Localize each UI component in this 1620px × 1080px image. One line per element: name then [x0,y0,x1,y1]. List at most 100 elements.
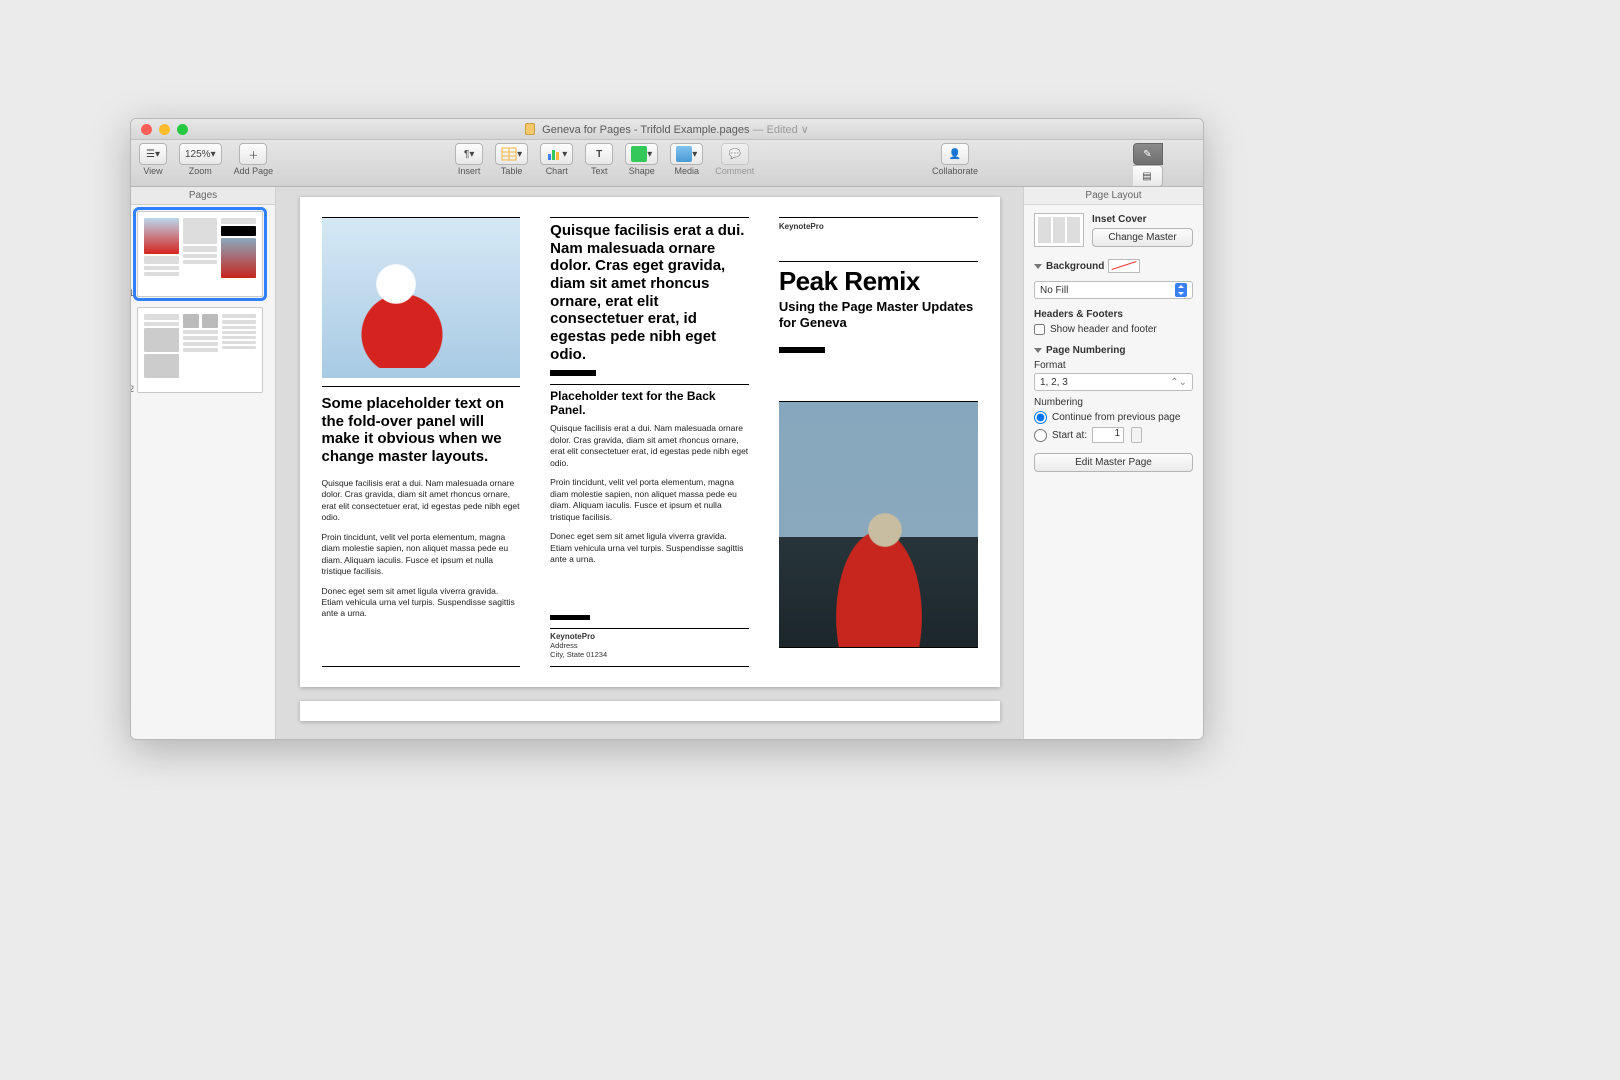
table-label: Table [501,166,523,176]
text-icon: T [596,149,602,160]
zoom-group: 125% ▾ Zoom [179,143,222,176]
color-swatch[interactable] [1108,259,1140,273]
collaborate-icon: 👤 [949,149,961,160]
view-group: ☰ ▾ View [139,143,167,176]
panel-subhead[interactable]: Placeholder text for the Back Panel. [550,389,749,418]
view-label: View [143,166,162,176]
zoom-label: Zoom [189,166,212,176]
content-area: Pages 1 2 [131,187,1203,739]
trifold-panel-center: Quisque facilisis erat a dui. Nam malesu… [550,217,749,667]
edited-indicator[interactable]: — Edited ∨ [749,124,808,136]
panel-big-text[interactable]: Quisque facilisis erat a dui. Nam malesu… [550,222,749,364]
brand-name[interactable]: KeynotePro [550,632,749,641]
address-line[interactable]: Address [550,641,749,651]
master-thumbnail [1034,213,1084,247]
body-text[interactable]: Donec eget sem sit amet ligula viverra g… [550,531,749,565]
media-label: Media [675,166,700,176]
show-hf-label: Show header and footer [1050,324,1157,335]
format-inspector: Page Layout Inset Cover Change Master Ba… [1023,187,1203,739]
page-1[interactable]: Some placeholder text on the fold-over p… [300,197,1000,687]
page-numbering-label: Page Numbering [1046,345,1125,356]
view-button[interactable]: ☰ ▾ [139,143,167,165]
table-icon [501,146,517,162]
app-window: Geneva for Pages - Trifold Example.pages… [130,118,1204,740]
continue-radio[interactable]: Continue from previous page [1034,411,1193,424]
start-at-field[interactable]: 1 [1092,427,1124,443]
body-text[interactable]: Quisque facilisis erat a dui. Nam malesu… [322,478,521,524]
accent-bar [779,347,825,353]
collaborate-label: Collaborate [932,166,978,176]
brand-name[interactable]: KeynotePro [779,222,978,231]
sidebar-title: Pages [131,187,275,205]
insert-button[interactable]: ¶▾ [455,143,483,165]
page-number: 1 [131,288,134,298]
stepper-icon[interactable] [1131,427,1142,443]
numbering-sublabel: Numbering [1034,397,1193,408]
page-thumbnail-1[interactable]: 1 [137,211,263,297]
document-canvas[interactable]: Some placeholder text on the fold-over p… [276,187,1023,739]
format-value: 1, 2, 3 [1040,377,1068,388]
format-tab[interactable]: ✎ [1133,143,1163,165]
media-button[interactable]: ▾ [670,143,703,165]
panel-heading[interactable]: Some placeholder text on the fold-over p… [322,395,521,466]
shape-button[interactable]: ▾ [625,143,658,165]
address-line[interactable]: City, State 01234 [550,650,749,660]
plus-icon: ＋ [248,147,258,162]
comment-button[interactable]: 💬 [721,143,749,165]
page-thumbnail-2[interactable]: 2 [137,307,263,393]
add-page-button[interactable]: ＋ [239,143,267,165]
fill-value: No Fill [1040,285,1068,296]
fill-select[interactable]: No Fill [1034,281,1193,299]
body-text[interactable]: Proin tincidunt, velit vel porta element… [550,477,749,523]
cover-image-compass[interactable] [779,402,978,647]
text-button[interactable]: T [585,143,613,165]
chart-label: Chart [546,166,568,176]
table-button[interactable]: ▾ [495,143,528,165]
chart-button[interactable]: ▾ [540,143,573,165]
pages-sidebar: Pages 1 2 [131,187,276,739]
shape-icon [631,146,647,162]
zoom-select[interactable]: 125% ▾ [179,143,222,165]
hero-image-climber[interactable] [322,218,521,378]
chart-icon [546,146,562,162]
number-format-select[interactable]: 1, 2, 3⌃⌄ [1034,373,1193,391]
add-page-label: Add Page [234,166,274,176]
comment-icon: 💬 [729,149,741,160]
show-header-footer-checkbox[interactable]: Show header and footer [1034,324,1193,335]
paragraph-icon: ¶ [464,149,469,160]
page-2-peek[interactable] [300,701,1000,721]
trifold-panel-right: KeynotePro Peak Remix Using the Page Mas… [779,217,978,667]
accent-bar [550,615,590,620]
window-title: Geneva for Pages - Trifold Example.pages… [131,123,1203,136]
format-sublabel: Format [1034,360,1193,371]
disclosure-icon[interactable] [1034,264,1042,269]
disclosure-icon[interactable] [1034,348,1042,353]
comment-label: Comment [715,166,754,176]
headers-footers-label: Headers & Footers [1034,309,1193,320]
start-at-radio[interactable]: Start at: 1 [1034,427,1193,443]
document-tab[interactable]: ▤ [1133,165,1163,187]
accent-bar [550,370,596,376]
shape-label: Shape [629,166,655,176]
page-thumbnails: 1 2 [131,205,275,739]
cover-subtitle[interactable]: Using the Page Master Updates for Geneva [779,299,978,332]
body-text[interactable]: Donec eget sem sit amet ligula viverra g… [322,586,521,620]
titlebar: Geneva for Pages - Trifold Example.pages… [131,119,1203,140]
background-label: Background [1046,261,1104,272]
divider [550,666,749,667]
cover-title[interactable]: Peak Remix [779,268,978,295]
text-label: Text [591,166,608,176]
collaborate-button[interactable]: 👤 [941,143,969,165]
start-at-label: Start at: [1052,430,1087,441]
toolbar: ☰ ▾ View 125% ▾ Zoom ＋ Add Page ¶▾Insert… [131,140,1203,187]
divider [322,666,521,667]
divider [322,386,521,387]
trifold-panel-left: Some placeholder text on the fold-over p… [322,217,521,667]
document-icon: ▤ [1142,171,1151,182]
edit-master-page-button[interactable]: Edit Master Page [1034,453,1193,472]
brush-icon: ✎ [1143,149,1151,160]
divider [779,647,978,648]
body-text[interactable]: Quisque facilisis erat a dui. Nam malesu… [550,423,749,469]
body-text[interactable]: Proin tincidunt, velit vel porta element… [322,532,521,578]
change-master-button[interactable]: Change Master [1092,228,1193,247]
